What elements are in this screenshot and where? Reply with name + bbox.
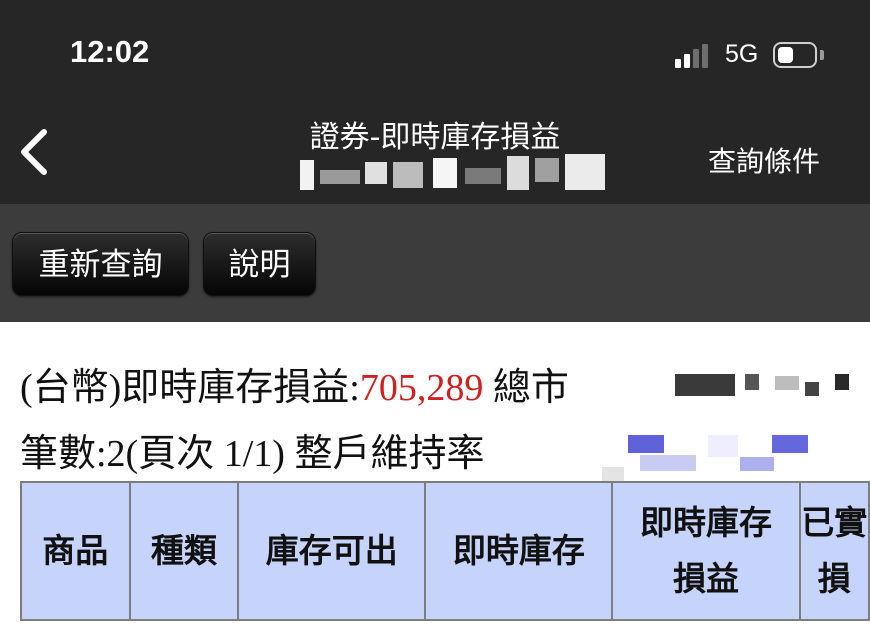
redacted-total-market-value	[675, 366, 865, 398]
col-header-realtime-pnl[interactable]: 即時庫存 損益	[611, 481, 801, 621]
battery-tip	[820, 50, 824, 60]
content-area: (台幣)即時庫存損益:705,289 總市 筆數:2(頁次 1/1) 整戶維持率…	[0, 322, 870, 629]
battery-icon	[773, 42, 817, 68]
table-header-row: 商品 種類 庫存可出 即時庫存 即時庫存 損益 已實損	[20, 481, 870, 621]
cellular-signal-icon	[675, 44, 715, 68]
requery-button[interactable]: 重新查詢	[12, 232, 189, 296]
col-header-product[interactable]: 商品	[20, 481, 131, 621]
total-market-label: 總市	[492, 367, 569, 409]
col-header-realtime-inventory[interactable]: 即時庫存	[424, 481, 614, 621]
col-header-available-qty[interactable]: 庫存可出	[237, 481, 427, 621]
pnl-label: (台幣)即時庫存損益:	[20, 367, 360, 409]
col-header-realized-pnl[interactable]: 已實損	[798, 481, 870, 621]
col-header-type[interactable]: 種類	[128, 481, 240, 621]
chevron-left-icon	[21, 129, 47, 175]
inventory-table: 商品 種類 庫存可出 即時庫存 即時庫存 損益 已實損	[20, 481, 870, 621]
query-conditions-button[interactable]: 查詢條件	[708, 140, 820, 180]
network-type: 5G	[725, 40, 759, 68]
navigation-bar: 證券-即時庫存損益 查詢條件	[0, 100, 870, 204]
status-bar: 12:02 5G	[0, 0, 870, 100]
summary-line-1: (台幣)即時庫存損益:705,289 總市	[20, 356, 569, 411]
back-button[interactable]	[14, 126, 62, 178]
toolbar: 重新查詢 說明	[0, 204, 870, 322]
maintenance-rate-label: 整戶維持率	[294, 433, 485, 475]
record-count: 筆數:2(頁次 1/1)	[20, 433, 285, 475]
clock: 12:02	[70, 34, 150, 69]
redacted-account-info	[285, 150, 615, 195]
summary-line-2: 筆數:2(頁次 1/1) 整戶維持率	[20, 422, 484, 477]
pnl-value: 705,289	[359, 367, 484, 409]
help-button[interactable]: 說明	[203, 232, 316, 296]
redacted-maintenance-rate	[600, 427, 815, 483]
